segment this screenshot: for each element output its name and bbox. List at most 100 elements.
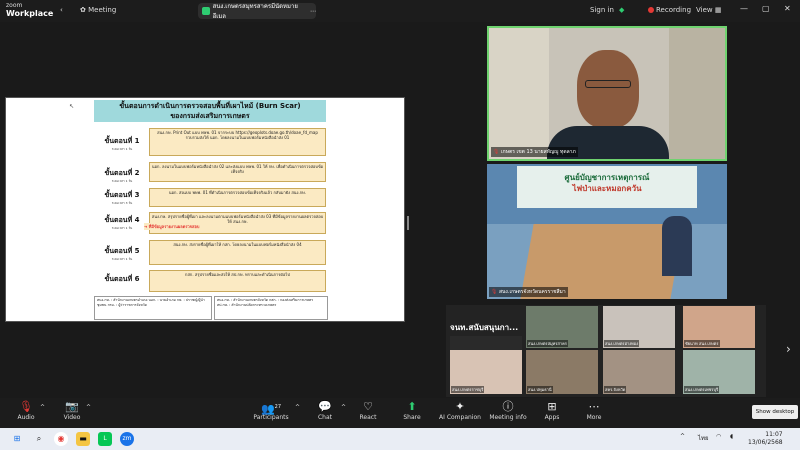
title-bar: zoom Workplace ‹ ✿ Meeting สนง.เกษตรสมุท… [0,0,800,22]
back-chevron-icon[interactable]: ‹ [60,6,63,14]
glasses-icon [585,80,631,88]
chrome-icon[interactable]: ◉ [54,432,68,446]
mic-off-icon: 🎙 [19,400,33,413]
active-speaker-tile[interactable]: 🎙 เกษตร เขต 13 นายสหัญญู ทุดลาภ [487,26,727,161]
ai-companion-button[interactable]: ✦ AI Companion [438,400,482,421]
step-6-label: ขั้นตอนที่ 6 [104,275,140,283]
step-box: นอก. ส่งแบบ พษพ. 01 ที่ดำเนินการตรวจสอบข… [149,188,326,207]
step-2-sub: ระยะเวลา 1 วัน [111,179,133,183]
step-2-label: ขั้นตอนที่ 2 [104,169,140,177]
participants-button[interactable]: 👥27 Participants [252,400,290,421]
gallery-cell[interactable]: สนง.ปทุมธานี [526,350,598,394]
room-name-label: 🎙 สนง.เกษตรจังหวัดนครราชสีมา [489,287,568,297]
gallery-cell[interactable]: สนง.เกษตรสมุทรสาคร [526,306,598,348]
meeting-title: สนง.เกษตรสมุทรสาครมีนัดหมายอีเมล [212,3,298,20]
wifi-icon[interactable]: ◠ [716,433,721,440]
file-explorer-icon[interactable]: ▬ [76,432,90,446]
slide-title-line1: ขั้นตอนการดำเนินการตรวจสอบพื้นที่เผาไหม้… [119,102,301,110]
zoom-taskbar-icon[interactable]: zm [120,432,134,446]
participants-count: 27 [274,404,282,410]
audio-options-chevron-icon[interactable]: ^ [40,404,45,411]
search-icon[interactable]: ⌕ [32,432,46,446]
video-label: Video [63,414,81,421]
legend-right: สนง.กษ. : สำนักงานเกษตรจังหวัด กสก. : กอ… [214,296,328,320]
mic-muted-icon: 🎙 [491,289,498,295]
shared-screen: ↖ ขั้นตอนการดำเนินการตรวจสอบพื้นที่เผาไห… [5,97,405,322]
meeting-info-label: Meeting info [489,414,527,421]
gallery-cell[interactable]: สนง.เกษตรราชบุรี [450,350,522,394]
react-icon: ♡ [363,400,373,413]
step-1-sub: ระยะเวลา 1 วัน [111,147,133,151]
banner-line2: ไฟป่าและหมอกควัน [572,184,642,193]
gallery-cell-label: สนง.เกษตรอ่างทอง [604,340,640,347]
meeting-tab-label: Meeting [88,6,117,14]
tray-chevron-icon[interactable]: ^ [680,433,685,440]
more-dots-icon[interactable]: ⋯ [310,8,316,15]
share-label: Share [403,414,421,421]
system-clock[interactable]: 11:07 13/06/2568 [748,431,783,447]
step-5-sub: ระยะเวลา 1 วัน [111,257,133,261]
clock-time: 11:07 [765,431,783,438]
step-label: ขั้นตอนที่ 4 ระยะเวลา 1 วัน [98,215,146,231]
gallery-next-arrow-icon[interactable]: › [786,342,791,356]
apps-button[interactable]: ⊞ Apps [540,400,564,421]
chat-button[interactable]: 💬 Chat [314,400,336,421]
red-arrow-note: ➜ ที่มีข้อมูลรายงานผลตรวจสอบ [144,223,200,230]
shield-icon [202,7,210,15]
zoom-logo: zoom Workplace [6,2,53,18]
gallery-cell[interactable]: ชัยนาท สนง.เกษตร [683,306,755,348]
apps-label: Apps [544,414,560,421]
close-icon[interactable]: ✕ [784,4,791,13]
chat-options-chevron-icon[interactable]: ^ [341,404,346,411]
slide-title-line2: ของกรมส่งเสริมการเกษตร [170,112,250,120]
chat-label: Chat [317,414,333,421]
video-options-chevron-icon[interactable]: ^ [86,404,91,411]
legend-left: สนง.กษ. : สำนักงานเกษตรอำเภอ นอก. : นายอ… [94,296,212,320]
meeting-tab[interactable]: ✿ Meeting [80,6,116,14]
windows-start-icon[interactable]: ⊞ [10,432,24,446]
share-button[interactable]: ⬆ Share [400,400,424,421]
participants-options-chevron-icon[interactable]: ^ [295,404,300,411]
mouse-cursor-icon: ↖ [69,103,75,110]
line-app-icon[interactable]: L [98,432,112,446]
meeting-info-button[interactable]: ⓘ Meeting info [488,400,528,421]
meeting-title-pill[interactable]: สนง.เกษตรสมุทรสาครมีนัดหมายอีเมล ⋯ [198,3,316,20]
wall-left [489,28,549,159]
view-button[interactable]: View ▦ [696,6,721,14]
mic-muted-icon: 🎙 [493,149,500,155]
gallery-cell[interactable]: สนง.เกษตรเพชรบุรี [683,350,755,394]
gallery-cell-label: ชัยนาท สนง.เกษตร [684,340,720,347]
step-box: สนง.กษ. Print Out แบบ พษพ. 01 จากระบบ ht… [149,128,326,156]
room-banner: ศูนย์บัญชาการเหตุการณ์ ไฟป่าและหมอกควัน [517,166,697,208]
security-shield-icon[interactable]: ◆ [619,6,624,14]
ai-companion-icon: ✦ [455,400,465,413]
video-button[interactable]: 📷 Video [60,400,84,421]
gallery-header: จนท.สนับสนุนกา... [450,323,519,332]
step-label: ขั้นตอนที่ 5 ระยะเวลา 1 วัน [98,246,146,262]
gallery-cell[interactable]: สคร.จังหวัด [603,350,675,394]
slide-title: ขั้นตอนการดำเนินการตรวจสอบพื้นที่เผาไหม้… [94,100,326,122]
banner-line1: ศูนย์บัญชาการเหตุการณ์ [564,173,650,182]
split-resize-handle[interactable] [407,216,409,230]
room-video-tile[interactable]: ศูนย์บัญชาการเหตุการณ์ ไฟป่าและหมอกควัน … [487,164,727,299]
audio-button[interactable]: 🎙 Audio [14,400,38,421]
brand-line2: Workplace [6,9,54,18]
language-indicator[interactable]: ไทย [698,433,709,443]
more-button[interactable]: ⋯ More [582,400,606,421]
clock-date: 13/06/2568 [748,439,783,446]
audio-label: Audio [17,414,35,421]
share-icon: ⬆ [407,400,417,413]
step-5-label: ขั้นตอนที่ 5 [104,247,140,255]
sign-in-button[interactable]: Sign in [590,6,614,14]
speaker-icon[interactable]: ◖ [730,433,733,440]
react-button[interactable]: ♡ React [356,400,380,421]
gallery-cell-label: สนง.เกษตรเพชรบุรี [684,386,720,393]
gallery-cell[interactable]: สนง.เกษตรอ่างทอง [603,306,675,348]
minimize-icon[interactable]: — [740,4,748,13]
step-box: สนง.กษ. ส่งรายชื่อผู้ที่เผาให้ กสก. โดยล… [149,240,326,265]
ai-companion-label: AI Companion [439,414,481,421]
maximize-icon[interactable]: ▢ [762,4,770,13]
gallery-cell-label: สนง.เกษตรสมุทรสาคร [527,340,568,347]
step-1-label: ขั้นตอนที่ 1 [104,137,140,145]
recording-indicator[interactable]: Recording [648,6,691,14]
